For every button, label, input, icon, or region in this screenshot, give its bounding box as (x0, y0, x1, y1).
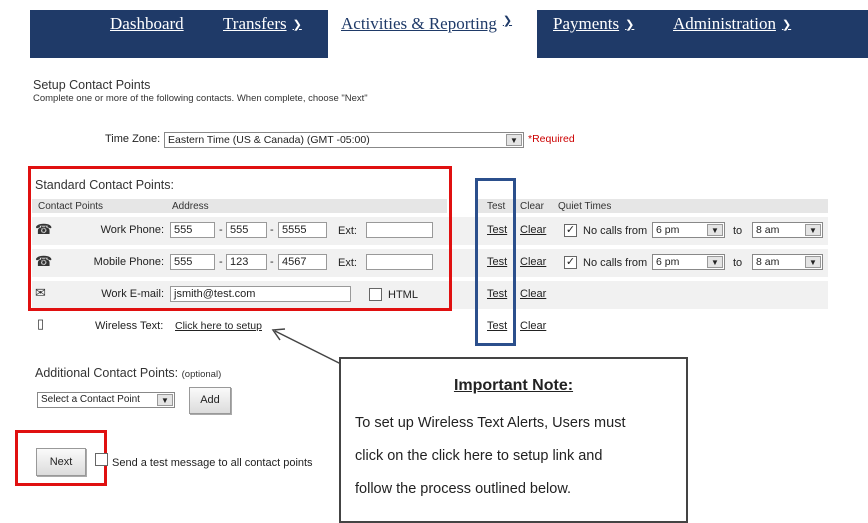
work-email-clear-link[interactable]: Clear (520, 288, 546, 300)
nav-tab-transfers[interactable]: Transfers ❯ (223, 0, 302, 48)
chevron-down-icon: ❯ (502, 15, 513, 27)
from-value: 6 pm (656, 256, 680, 268)
chevron-down-icon: ❯ (781, 18, 792, 31)
work-phone-quiet-checkbox[interactable]: ✓ (564, 224, 577, 237)
arrow-annotation (271, 328, 344, 366)
to-label: to (733, 225, 743, 237)
optional-label: (optional) (181, 369, 222, 380)
work-phone-to-select[interactable]: 8 am ▼ (752, 222, 823, 238)
wireless-setup-link[interactable]: Click here to setup (175, 320, 262, 332)
nav-tab-payments[interactable]: Payments ❯ (553, 0, 634, 48)
col-quiet-times: Quiet Times (558, 201, 612, 212)
page-title: Setup Contact Points (33, 78, 151, 92)
work-phone-from-select[interactable]: 6 pm ▼ (652, 222, 725, 238)
note-line: To set up Wireless Text Alerts, Users mu… (355, 415, 626, 431)
chevron-down-icon: ❯ (292, 18, 302, 31)
mobile-phone-clear-link[interactable]: Clear (520, 256, 546, 268)
to-value: 8 am (756, 256, 780, 268)
chevron-down-icon: ▼ (805, 256, 821, 268)
mobile-phone-to-select[interactable]: 8 am ▼ (752, 254, 823, 270)
timezone-value: Eastern Time (US & Canada) (GMT -05:00) (168, 134, 370, 146)
required-note: *Required (528, 133, 575, 145)
nav-tab-dashboard[interactable]: Dashboard (110, 0, 184, 48)
chevron-down-icon: ▼ (805, 224, 821, 236)
chevron-down-icon: ▼ (707, 256, 723, 268)
test-column-highlight-box (475, 178, 516, 346)
send-test-all-label: Send a test message to all contact point… (112, 457, 313, 469)
to-value: 8 am (756, 224, 780, 236)
contact-point-select[interactable]: Select a Contact Point ▼ (37, 392, 175, 408)
send-test-all-checkbox[interactable] (95, 453, 108, 466)
mobile-phone-from-select[interactable]: 6 pm ▼ (652, 254, 725, 270)
nav-tab-activities-reporting[interactable]: Activities & Reporting ❯ (328, 0, 537, 60)
mobile-phone-quiet-checkbox[interactable]: ✓ (564, 256, 577, 269)
work-phone-clear-link[interactable]: Clear (520, 224, 546, 236)
chevron-down-icon: ▼ (157, 394, 173, 406)
from-value: 6 pm (656, 224, 680, 236)
to-label: to (733, 257, 743, 269)
standard-highlight-box (28, 166, 452, 311)
chevron-down-icon: ▼ (707, 224, 723, 236)
wireless-clear-link[interactable]: Clear (520, 320, 546, 332)
timezone-select[interactable]: Eastern Time (US & Canada) (GMT -05:00) … (164, 132, 524, 148)
nav-tab-administration[interactable]: Administration ❯ (673, 0, 791, 48)
chevron-down-icon: ▼ (506, 134, 522, 146)
note-title: Important Note: (453, 377, 574, 394)
timezone-label: Time Zone: (105, 133, 161, 145)
col-clear: Clear (520, 201, 544, 212)
no-calls-label: No calls from (583, 257, 648, 269)
important-note-box: Important Note: To set up Wireless Text … (339, 357, 688, 523)
wireless-text-label: Wireless Text: (95, 320, 164, 332)
chevron-down-icon: ❯ (625, 18, 635, 31)
additional-contact-points-title: Additional Contact Points: (optional) (35, 366, 222, 380)
next-highlight-box (15, 430, 107, 486)
mobile-device-icon: ▯ (37, 316, 45, 331)
add-button[interactable]: Add (189, 387, 231, 414)
note-line: click on the click here to setup link an… (355, 448, 603, 464)
page-subtitle: Complete one or more of the following co… (33, 93, 368, 104)
select-value: Select a Contact Point (41, 394, 140, 405)
no-calls-label: No calls from (583, 225, 648, 237)
note-line: follow the process outlined below. (355, 481, 572, 497)
